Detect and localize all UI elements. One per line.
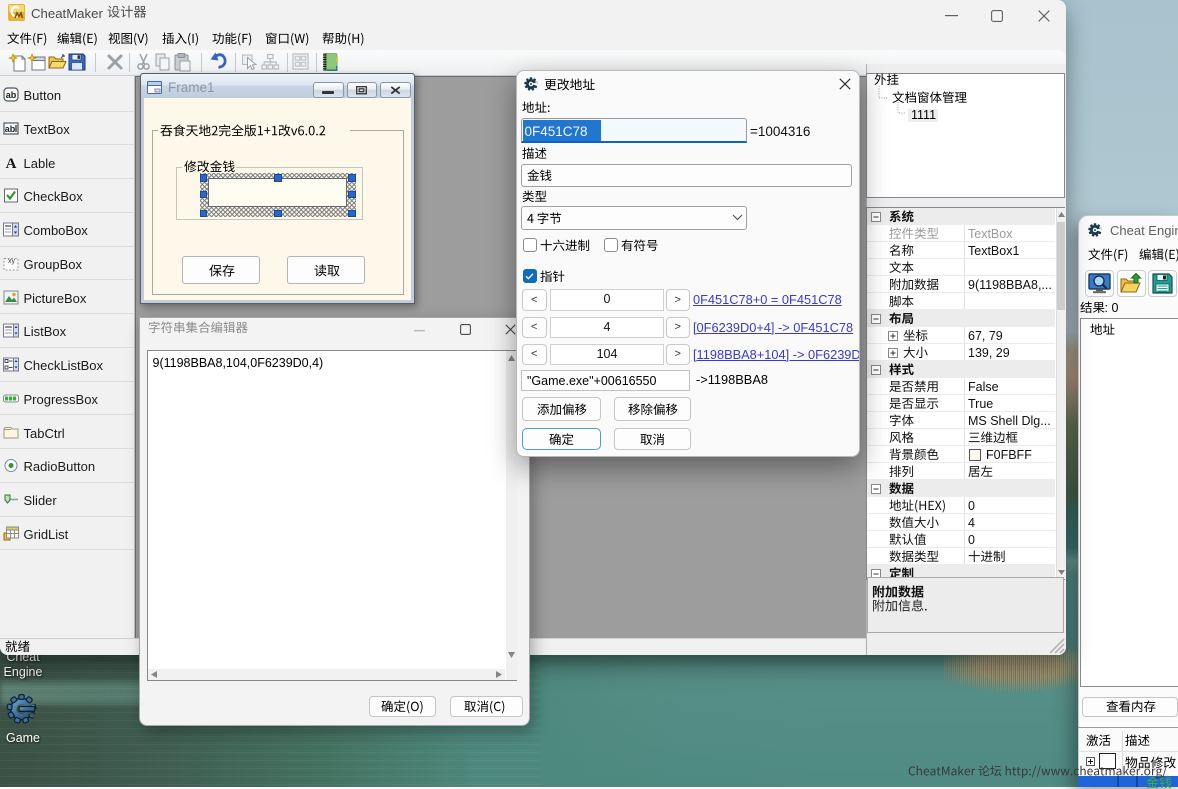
svg-text:ab: ab — [6, 90, 17, 100]
svg-text:A: A — [6, 156, 17, 172]
svg-text:ab: ab — [5, 124, 16, 134]
svg-text:xy: xy — [8, 258, 16, 265]
